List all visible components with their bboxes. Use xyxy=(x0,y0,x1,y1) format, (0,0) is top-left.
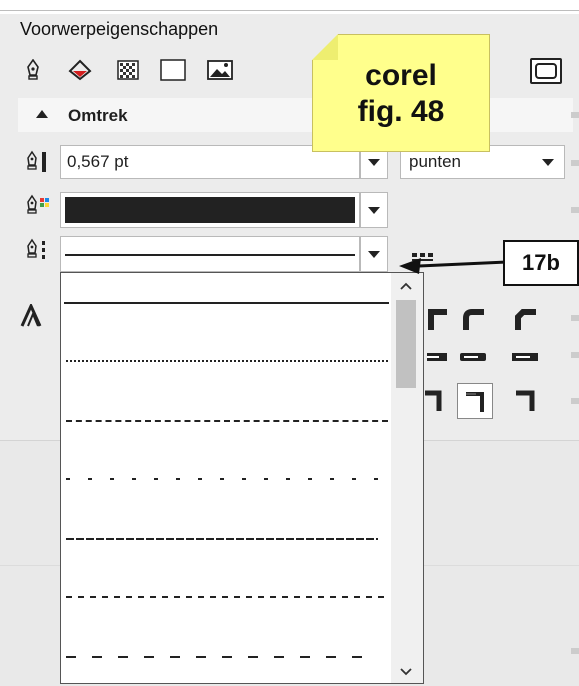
sticky-note-text: corel fig. 48 xyxy=(312,58,490,130)
top-border xyxy=(0,10,579,11)
line-style-option-dashed-wide[interactable] xyxy=(66,656,366,658)
sticky-note-fold xyxy=(312,34,338,60)
edge-marker xyxy=(571,398,579,404)
corner-bevel-icon[interactable] xyxy=(512,306,538,332)
frame-icon[interactable] xyxy=(530,58,562,84)
callout-arrow-icon xyxy=(395,252,508,285)
edge-marker xyxy=(571,160,579,166)
chevron-down-icon xyxy=(368,206,380,214)
line-style-option-dashed-spaced[interactable] xyxy=(66,478,388,480)
collapse-arrow-icon[interactable] xyxy=(36,110,48,118)
chevron-down-icon xyxy=(368,250,380,258)
outline-color-icon xyxy=(24,194,54,223)
edge-marker xyxy=(571,315,579,321)
outline-color-swatch[interactable] xyxy=(60,192,360,228)
line-style-dropdown[interactable] xyxy=(360,236,388,272)
line-style-select[interactable] xyxy=(60,236,360,272)
line-style-icon xyxy=(24,238,54,267)
scroll-down-icon[interactable] xyxy=(399,664,413,682)
line-style-option-dashed-medium[interactable] xyxy=(66,596,388,598)
pen-icon[interactable] xyxy=(18,56,48,84)
section-title: Omtrek xyxy=(68,106,128,125)
corner-round-icon[interactable] xyxy=(460,306,486,332)
callout-label: 17b xyxy=(503,240,579,286)
checker-pattern-icon[interactable] xyxy=(113,56,143,84)
position-center-button[interactable] xyxy=(457,383,493,419)
panel-title: Voorwerpeigenschappen xyxy=(20,19,219,39)
edge-marker xyxy=(571,207,579,213)
units-value: punten xyxy=(409,152,461,171)
edge-marker xyxy=(571,112,579,118)
line-style-selected-row[interactable] xyxy=(61,273,391,305)
chevron-down-icon xyxy=(368,158,380,166)
edge-marker xyxy=(571,648,579,654)
line-style-option-dashed[interactable] xyxy=(66,420,388,422)
outline-color-dropdown[interactable] xyxy=(360,192,388,228)
edge-marker xyxy=(571,352,579,358)
sticky-line-2: fig. 48 xyxy=(357,95,445,128)
corner-miter-icon[interactable] xyxy=(424,306,450,332)
miter-limit-icon xyxy=(20,302,50,333)
rectangle-icon[interactable] xyxy=(158,56,188,84)
chevron-down-icon xyxy=(542,159,554,166)
line-style-option-dotted[interactable] xyxy=(66,360,388,362)
image-icon[interactable] xyxy=(205,56,235,84)
cap-butt-icon[interactable] xyxy=(424,344,450,370)
line-style-option-dashed-long[interactable] xyxy=(66,538,378,540)
cap-square-icon[interactable] xyxy=(512,344,538,370)
outline-width-icon xyxy=(24,150,50,179)
scrollbar-thumb[interactable] xyxy=(396,300,416,388)
panel-top-strip xyxy=(0,0,579,14)
line-style-option-solid[interactable] xyxy=(64,302,389,304)
position-inside-icon[interactable] xyxy=(512,388,538,414)
fill-bucket-icon[interactable] xyxy=(66,56,96,84)
cap-round-icon[interactable] xyxy=(460,344,486,370)
sticky-line-1: corel xyxy=(365,59,437,92)
